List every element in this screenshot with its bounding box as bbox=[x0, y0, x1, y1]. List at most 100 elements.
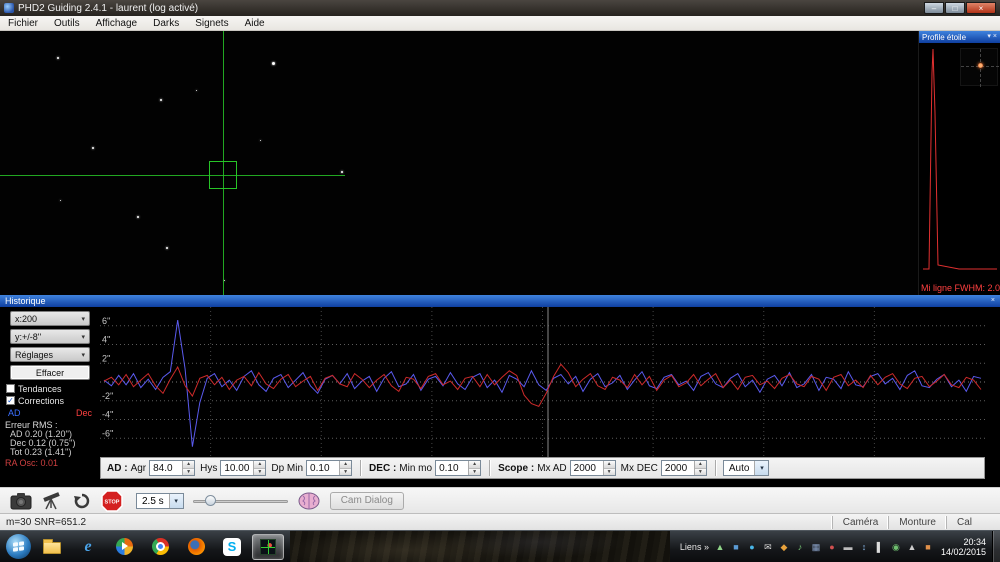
menu-darks[interactable]: Darks bbox=[145, 17, 187, 30]
spinner-hys[interactable]: 10.00▲▼ bbox=[220, 460, 266, 476]
history-titlebar[interactable]: Historique × bbox=[0, 295, 1000, 307]
window-titlebar[interactable]: PHD2 Guiding 2.4.1 - laurent (log activé… bbox=[0, 0, 1000, 16]
dec-mode-dropdown[interactable]: Auto ▾ bbox=[723, 460, 770, 476]
spinner-down-icon[interactable]: ▼ bbox=[183, 469, 194, 476]
skype-icon: S bbox=[223, 538, 241, 556]
tray-icon-6[interactable]: ♪ bbox=[793, 540, 807, 554]
spinner-dp-min[interactable]: 0.10▲▼ bbox=[306, 460, 352, 476]
spinner-arrows: ▲▼ bbox=[694, 461, 706, 475]
tray-icon-10[interactable]: ↕ bbox=[857, 540, 871, 554]
gamma-slider[interactable] bbox=[193, 493, 288, 509]
separator bbox=[489, 460, 490, 476]
star[interactable] bbox=[57, 57, 59, 59]
history-title: Historique bbox=[5, 296, 989, 306]
menu-outils[interactable]: Outils bbox=[46, 17, 88, 30]
menu-fichier[interactable]: Fichier bbox=[0, 17, 46, 30]
screen: PHD2 Guiding 2.4.1 - laurent (log activé… bbox=[0, 0, 1000, 562]
spinner-agr[interactable]: 84.0▲▼ bbox=[149, 460, 195, 476]
star[interactable] bbox=[60, 200, 61, 201]
spinner-mx-dec[interactable]: 2000▲▼ bbox=[661, 460, 707, 476]
stop-button[interactable]: STOP bbox=[101, 490, 123, 512]
tray-icon-11[interactable]: ▌ bbox=[873, 540, 887, 554]
trend-checkbox-row[interactable]: Tendances bbox=[6, 383, 100, 394]
spinner-up-icon[interactable]: ▲ bbox=[340, 461, 351, 469]
tray-icon-8[interactable]: ● bbox=[825, 540, 839, 554]
show-desktop-button[interactable] bbox=[992, 531, 1000, 562]
spinner-down-icon[interactable]: ▼ bbox=[340, 469, 351, 476]
taskbar-app-firefox[interactable] bbox=[180, 534, 212, 560]
rms-total: Tot 0.23 (1.41'') bbox=[10, 448, 100, 457]
tray-icon-2[interactable]: ■ bbox=[729, 540, 743, 554]
spinner-down-icon[interactable]: ▼ bbox=[254, 469, 265, 476]
history-graph-area[interactable]: 6''4''2''-2''-4''-6'' bbox=[100, 307, 985, 457]
trend-checkbox[interactable] bbox=[6, 384, 15, 393]
taskbar-app-explorer[interactable] bbox=[36, 534, 68, 560]
tray-icon-12[interactable]: ◉ bbox=[889, 540, 903, 554]
separator bbox=[360, 460, 361, 476]
slider-thumb[interactable] bbox=[205, 495, 216, 506]
taskbar-clock[interactable]: 20:34 14/02/2015 bbox=[941, 537, 986, 557]
spinner-mx-ad[interactable]: 2000▲▼ bbox=[570, 460, 616, 476]
clear-button[interactable]: Effacer bbox=[10, 365, 90, 380]
corrections-checkbox-row[interactable]: ✓ Corrections bbox=[6, 395, 100, 406]
taskbar-app-skype[interactable]: S bbox=[216, 534, 248, 560]
star[interactable] bbox=[92, 147, 94, 149]
close-button[interactable]: × bbox=[966, 2, 996, 14]
star[interactable] bbox=[224, 280, 225, 281]
maximize-button[interactable]: □ bbox=[945, 2, 965, 14]
spinner-min-mo[interactable]: 0.10▲▼ bbox=[435, 460, 481, 476]
menu-affichage[interactable]: Affichage bbox=[88, 17, 146, 30]
panel-close-icon[interactable]: × bbox=[993, 32, 997, 42]
start-button[interactable] bbox=[6, 534, 31, 559]
spinner-up-icon[interactable]: ▲ bbox=[469, 461, 480, 469]
tray-icon-9[interactable]: ▬ bbox=[841, 540, 855, 554]
cam-dialog-button[interactable]: Cam Dialog bbox=[330, 492, 404, 510]
spinner-value: 0.10 bbox=[307, 461, 339, 475]
advanced-settings-button[interactable] bbox=[297, 491, 321, 511]
tray-icons: ▲■●✉◆♪▦●▬↕▌◉▲■ bbox=[713, 540, 935, 554]
tray-icon-5[interactable]: ◆ bbox=[777, 540, 791, 554]
tray-icon-1[interactable]: ▲ bbox=[713, 540, 727, 554]
taskbar-app-phd2[interactable] bbox=[252, 534, 284, 560]
settings-dropdown[interactable]: Réglages ▾ bbox=[10, 347, 90, 362]
spinner-down-icon[interactable]: ▼ bbox=[604, 469, 615, 476]
tray-icon-4[interactable]: ✉ bbox=[761, 540, 775, 554]
star[interactable] bbox=[137, 216, 139, 218]
taskbar-app-chrome[interactable] bbox=[144, 534, 176, 560]
tray-icon-3[interactable]: ● bbox=[745, 540, 759, 554]
menu-bar: FichierOutilsAffichageDarksSignetsAide bbox=[0, 16, 1000, 31]
exposure-dropdown[interactable]: 2.5 s ▾ bbox=[136, 493, 184, 509]
spinner-up-icon[interactable]: ▲ bbox=[695, 461, 706, 469]
tray-icon-14[interactable]: ■ bbox=[921, 540, 935, 554]
spinner-down-icon[interactable]: ▼ bbox=[695, 469, 706, 476]
x-scale-dropdown[interactable]: x:200 ▾ bbox=[10, 311, 90, 326]
star[interactable] bbox=[272, 62, 275, 65]
star-profile-titlebar[interactable]: Profile étoile ▾ × bbox=[919, 31, 1000, 43]
minimize-button[interactable]: – bbox=[924, 2, 944, 14]
star[interactable] bbox=[341, 171, 343, 173]
menu-signets[interactable]: Signets bbox=[187, 17, 236, 30]
tray-icon-7[interactable]: ▦ bbox=[809, 540, 823, 554]
star[interactable] bbox=[166, 247, 168, 249]
window-controls: – □ × bbox=[924, 2, 996, 14]
loop-exposures-button[interactable] bbox=[72, 492, 92, 510]
taskbar-app-media-player[interactable] bbox=[108, 534, 140, 560]
tray-icon-13[interactable]: ▲ bbox=[905, 540, 919, 554]
star-field[interactable] bbox=[0, 31, 918, 295]
y-scale-dropdown[interactable]: y:+/-8'' ▾ bbox=[10, 329, 90, 344]
spinner-up-icon[interactable]: ▲ bbox=[183, 461, 194, 469]
spinner-up-icon[interactable]: ▲ bbox=[254, 461, 265, 469]
star[interactable] bbox=[260, 140, 261, 141]
corrections-checkbox[interactable]: ✓ bbox=[6, 396, 15, 405]
menu-aide[interactable]: Aide bbox=[237, 17, 273, 30]
spinner-down-icon[interactable]: ▼ bbox=[469, 469, 480, 476]
links-toolbar-label[interactable]: Liens » bbox=[680, 542, 709, 552]
star[interactable] bbox=[196, 90, 197, 91]
camera-connect-button[interactable] bbox=[10, 492, 32, 510]
panel-pin-icon[interactable]: ▾ bbox=[987, 32, 991, 42]
spinner-up-icon[interactable]: ▲ bbox=[604, 461, 615, 469]
telescope-connect-button[interactable] bbox=[41, 492, 63, 510]
star[interactable] bbox=[160, 99, 162, 101]
taskbar-app-internet-explorer[interactable]: e bbox=[72, 534, 104, 560]
history-close-icon[interactable]: × bbox=[991, 296, 995, 306]
